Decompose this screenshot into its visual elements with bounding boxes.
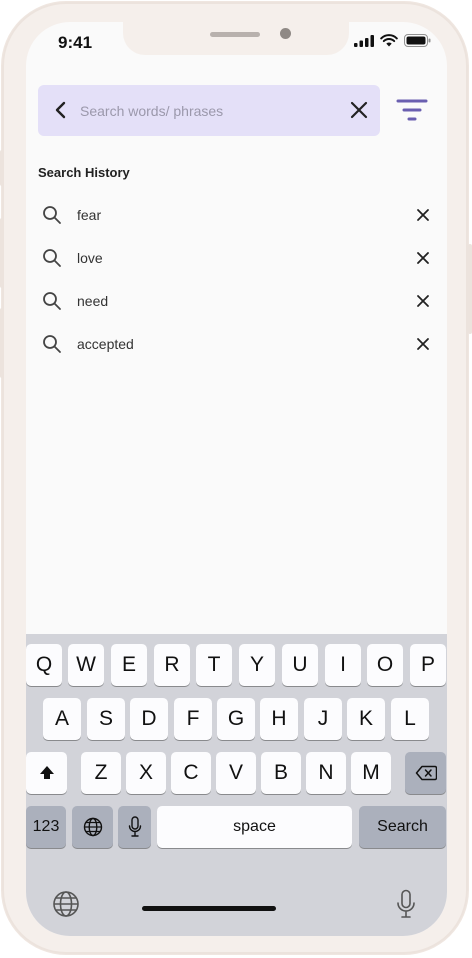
wifi-icon bbox=[380, 34, 398, 47]
filter-icon[interactable] bbox=[396, 97, 428, 123]
search-bar bbox=[38, 85, 380, 136]
screen: 9:41 Search History bbox=[26, 22, 447, 936]
remove-icon[interactable] bbox=[415, 336, 431, 352]
globe-key[interactable] bbox=[72, 806, 113, 848]
key-g[interactable]: G bbox=[217, 698, 255, 740]
key-c[interactable]: C bbox=[171, 752, 211, 794]
history-item[interactable]: love bbox=[26, 236, 447, 279]
key-t[interactable]: T bbox=[196, 644, 232, 686]
key-r[interactable]: R bbox=[154, 644, 190, 686]
signal-icon bbox=[354, 34, 374, 47]
shift-icon bbox=[39, 766, 54, 779]
key-m[interactable]: M bbox=[351, 752, 391, 794]
search-icon bbox=[43, 249, 61, 267]
key-b[interactable]: B bbox=[261, 752, 301, 794]
search-icon bbox=[43, 206, 61, 224]
history-item-label: fear bbox=[77, 207, 102, 223]
globe-icon bbox=[83, 817, 102, 837]
key-k[interactable]: K bbox=[347, 698, 385, 740]
notch bbox=[123, 22, 349, 55]
key-v[interactable]: V bbox=[216, 752, 256, 794]
keyboard-row-3: Z X C V B N M bbox=[26, 752, 447, 794]
key-e[interactable]: E bbox=[111, 644, 147, 686]
search-input[interactable] bbox=[78, 96, 342, 126]
key-q[interactable]: Q bbox=[26, 644, 62, 686]
key-y[interactable]: Y bbox=[239, 644, 275, 686]
back-icon[interactable] bbox=[50, 99, 72, 121]
history-item[interactable]: accepted bbox=[26, 322, 447, 365]
camera bbox=[280, 28, 291, 39]
key-p[interactable]: P bbox=[410, 644, 446, 686]
remove-icon[interactable] bbox=[415, 207, 431, 223]
search-history-list: fear love need accepted bbox=[26, 193, 447, 365]
microphone-icon bbox=[128, 816, 141, 837]
search-key[interactable]: Search bbox=[359, 806, 446, 848]
key-z[interactable]: Z bbox=[81, 752, 121, 794]
keyboard-row-2: A S D F G H J K L bbox=[26, 698, 447, 740]
backspace-icon bbox=[415, 765, 437, 781]
backspace-key[interactable] bbox=[405, 752, 446, 794]
battery-icon bbox=[404, 34, 431, 47]
remove-icon[interactable] bbox=[415, 250, 431, 266]
shift-key[interactable] bbox=[26, 752, 67, 794]
mute-switch bbox=[0, 150, 4, 186]
power-button bbox=[468, 244, 472, 334]
key-h[interactable]: H bbox=[260, 698, 298, 740]
volume-up-button bbox=[0, 218, 4, 288]
history-item[interactable]: fear bbox=[26, 193, 447, 236]
keyboard-microphone-icon[interactable] bbox=[396, 889, 416, 919]
key-s[interactable]: S bbox=[87, 698, 125, 740]
home-indicator bbox=[142, 906, 276, 911]
speaker bbox=[210, 32, 260, 37]
key-x[interactable]: X bbox=[126, 752, 166, 794]
key-a[interactable]: A bbox=[43, 698, 81, 740]
history-item-label: love bbox=[77, 250, 103, 266]
remove-icon[interactable] bbox=[415, 293, 431, 309]
status-icons bbox=[354, 34, 431, 47]
key-d[interactable]: D bbox=[130, 698, 168, 740]
numbers-key[interactable]: 123 bbox=[26, 806, 66, 848]
clear-search-icon[interactable] bbox=[349, 100, 369, 120]
dictation-key[interactable] bbox=[118, 806, 151, 848]
keyboard-row-1: Q W E R T Y U I O P bbox=[26, 644, 447, 686]
keyboard-row-4: 123 space Search bbox=[26, 806, 447, 848]
search-icon bbox=[43, 335, 61, 353]
key-j[interactable]: J bbox=[304, 698, 342, 740]
key-i[interactable]: I bbox=[325, 644, 361, 686]
key-o[interactable]: O bbox=[367, 644, 403, 686]
key-n[interactable]: N bbox=[306, 752, 346, 794]
key-u[interactable]: U bbox=[282, 644, 318, 686]
keyboard: Q W E R T Y U I O P A S D F G H J K L Z … bbox=[26, 634, 447, 936]
search-icon bbox=[43, 292, 61, 310]
volume-down-button bbox=[0, 308, 4, 378]
key-f[interactable]: F bbox=[174, 698, 212, 740]
space-key[interactable]: space bbox=[157, 806, 352, 848]
history-item-label: accepted bbox=[77, 336, 134, 352]
history-item-label: need bbox=[77, 293, 109, 309]
key-w[interactable]: W bbox=[68, 644, 104, 686]
history-item[interactable]: need bbox=[26, 279, 447, 322]
status-time: 9:41 bbox=[58, 33, 93, 52]
keyboard-globe-icon[interactable] bbox=[52, 890, 80, 918]
key-l[interactable]: L bbox=[391, 698, 429, 740]
search-history-title: Search History bbox=[38, 165, 130, 180]
